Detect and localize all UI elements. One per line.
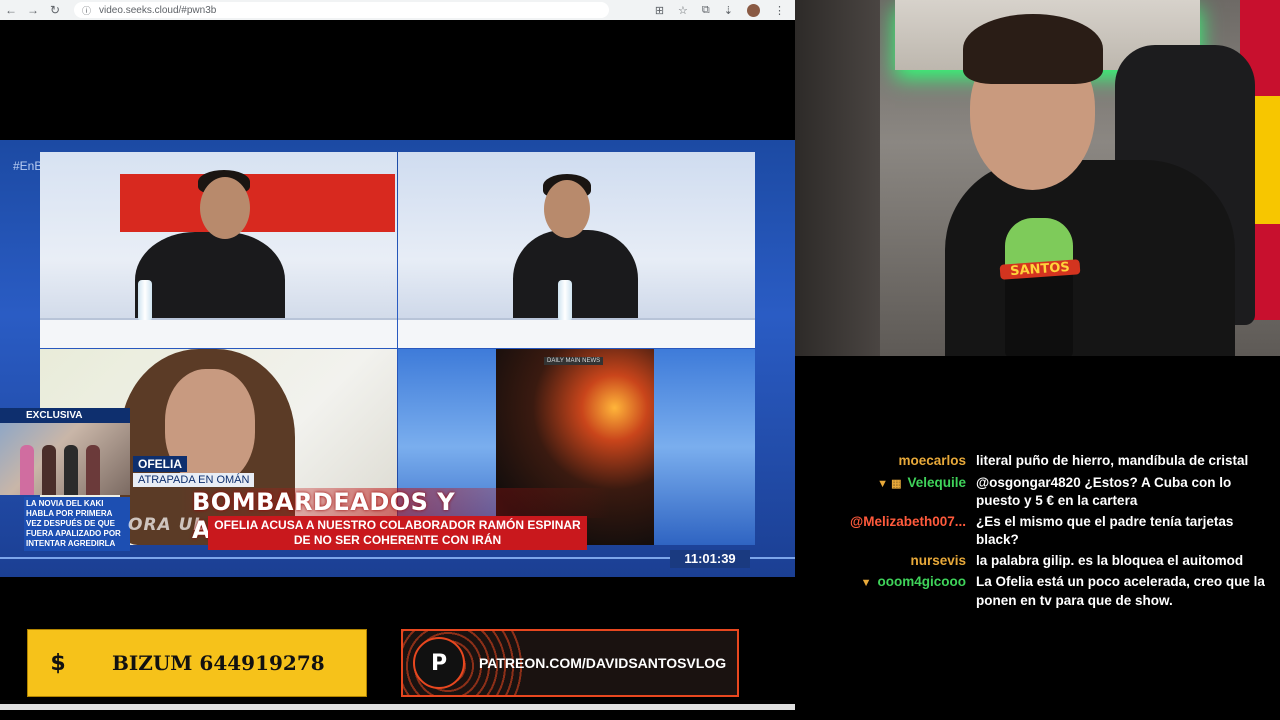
thumb-figure [64,445,78,495]
thumb-figure [42,445,56,495]
browser-actions: ⊞ ☆ ⧉ ⇣ ⋮ [655,3,795,17]
tv-broadcast-video[interactable]: #EnBocaDeTodos2M DAILY MAIN NEWS EXCLU [0,140,795,577]
chat-username[interactable]: ▼ ooom4gicooo [800,573,976,593]
news-subheadline: OFELIA ACUSA A NUESTRO COLABORADOR RAMÓN… [208,516,587,550]
chat-message-text: @osgongar4820 ¿Estos? A Cuba con lo pues… [976,474,1232,509]
streamer-hair [963,14,1103,84]
chat-username-text: @Melizabeth007... [850,513,966,529]
exclusive-story-text: LA NOVIA DEL KAKI HABLA POR PRIMERA VEZ … [24,497,130,551]
menu-icon[interactable]: ⋮ [774,4,785,17]
translate-icon[interactable]: ⊞ [655,4,664,17]
studio-camera-left [40,152,397,348]
url-text: video.seeks.cloud/#pwn3b [99,4,217,16]
studio-desk-right [398,318,755,348]
bizum-donation-banner: $ BIZUM 644919278 [27,629,367,697]
bizum-number: BIZUM 644919278 [112,651,325,675]
studio-desk [40,318,397,348]
reload-icon[interactable]: ↻ [44,3,66,17]
chat-message-text: La Ofelia está un poco acelerada, creo q… [976,574,1265,608]
microphone [1005,218,1073,356]
chat-username-text: moecarlos [898,453,966,468]
guest-location-tag: ATRAPADA EN OMÁN [133,473,255,487]
site-info-icon[interactable]: ⓘ [82,4,91,17]
dollar-icon: $ [50,650,66,676]
broadcast-clock: 11:01:39 [670,550,750,568]
news-headline: BOMBARDEADOS Y ATRAPADOS [192,488,456,544]
chat-message-text: literal puño de hierro, mandíbula de cri… [976,453,1249,468]
browser-toolbar: ← → ↻ ⓘ video.seeks.cloud/#pwn3b ⊞ ☆ ⧉ ⇣… [0,0,795,20]
stream-layout: ← → ↻ ⓘ video.seeks.cloud/#pwn3b ⊞ ☆ ⧉ ⇣… [0,0,1280,720]
chat-username-text: ooom4gicooo [877,574,967,589]
chat-username[interactable]: nursevis [800,552,976,572]
chat-username[interactable]: ▼ ▦ Velequile [800,474,976,494]
water-bottle [138,280,152,320]
chat-message-text: ¿Es el mismo que el padre tenía tarjetas… [976,513,1234,548]
chat-message: @Melizabeth007... ¿Es el mismo que el pa… [800,513,1275,550]
exclusive-thumbnail [0,423,130,495]
water-bottle-right [558,280,572,320]
studio-red-screen [120,174,395,232]
chat-message: moecarlos literal puño de hierro, mandíb… [800,452,1275,472]
presenter-left-head [200,177,250,239]
chat-username-text: nursevis [910,552,966,568]
streamer-body [945,160,1235,356]
chat-message: nursevis la palabra gilip. es la bloquea… [800,552,1275,572]
thumb-figure [86,445,100,495]
studio-camera-right [398,152,755,348]
forward-icon[interactable]: → [22,3,44,17]
guest-name-tag: OFELIA [133,456,187,472]
patreon-url: PATREON.COM/DAVIDSANTOSVLOG [479,655,727,671]
video-progress-bar[interactable] [0,704,795,710]
collectibles-shelf [795,0,880,356]
address-bar[interactable]: ⓘ video.seeks.cloud/#pwn3b [74,2,609,18]
chat-badges-icon: ▼ ▦ [877,477,902,490]
extensions-icon[interactable]: ⧉ [702,4,710,17]
profile-avatar[interactable] [747,3,760,17]
back-icon[interactable]: ← [0,3,22,17]
thumb-figure [20,445,34,495]
patreon-logo-icon: P [413,637,465,689]
patreon-banner: P PATREON.COM/DAVIDSANTOSVLOG [401,629,739,697]
chat-message: ▼ ▦ Velequile @osgongar4820 ¿Estos? A Cub… [800,474,1275,511]
live-chat: moecarlos literal puño de hierro, mandíb… [800,452,1275,612]
streamer-webcam: SANTOS [795,0,1280,356]
presenter-right-head [544,180,590,238]
chat-badges-icon: ▼ [860,577,872,589]
exclusive-label: EXCLUSIVA [0,408,130,423]
chat-message: ▼ ooom4gicooo La Ofelia está un poco acel… [800,573,1275,610]
chat-message-text: la palabra gilip. es la bloquea el auito… [976,552,1244,568]
downloads-icon[interactable]: ⇣ [724,4,733,17]
chat-username[interactable]: moecarlos [800,452,976,472]
chat-username-text: Velequile [907,474,966,490]
footage-source-label: DAILY MAIN NEWS [544,357,604,365]
bookmark-star-icon[interactable]: ☆ [678,4,688,17]
chat-username[interactable]: @Melizabeth007... [800,513,976,533]
